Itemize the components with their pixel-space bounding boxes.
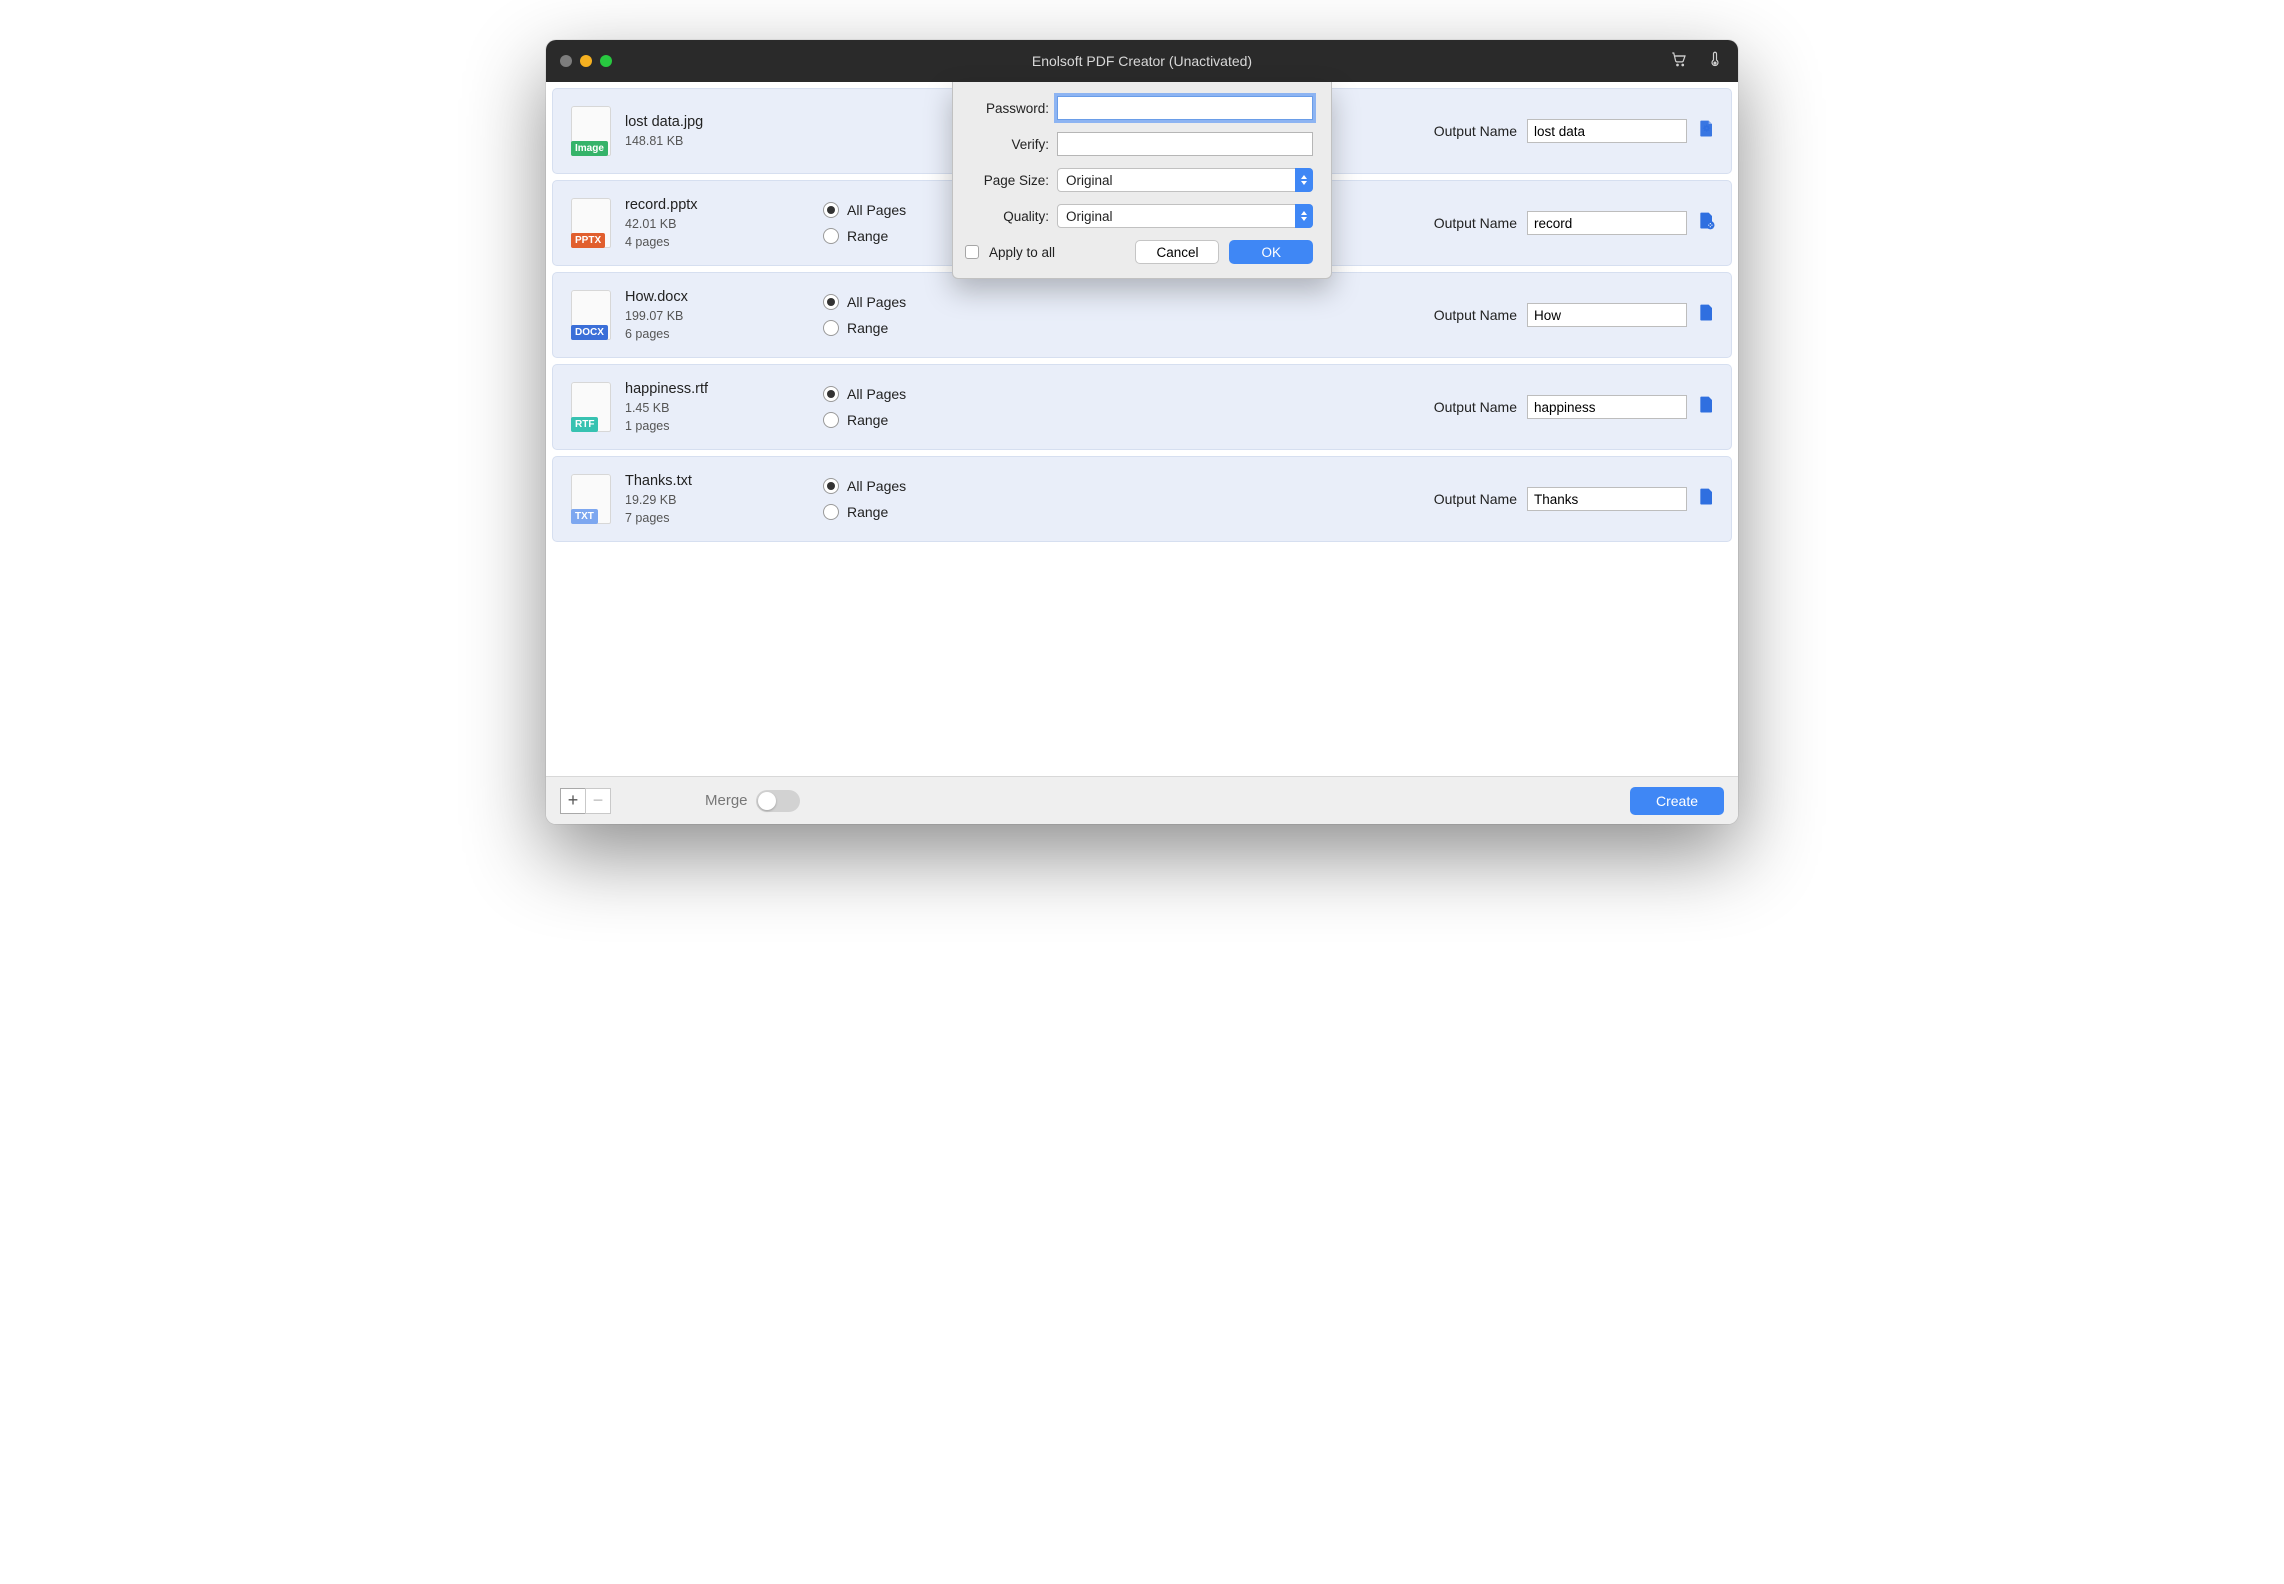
file-name: record.pptx <box>625 197 698 213</box>
app-window: Enolsoft PDF Creator (Unactivated) Image… <box>546 40 1738 824</box>
page-size-select[interactable]: Original <box>1057 168 1313 192</box>
apply-to-all-label: Apply to all <box>989 245 1055 260</box>
file-type-icon: Image <box>571 106 611 156</box>
settings-sheet: Password: Verify: Page Size: Original Qu… <box>952 82 1332 279</box>
output-name-label: Output Name <box>1434 123 1517 139</box>
output-name-input[interactable] <box>1527 119 1687 143</box>
cancel-button[interactable]: Cancel <box>1135 240 1219 264</box>
add-file-button[interactable]: + <box>560 788 586 814</box>
page-size-label: Page Size: <box>965 173 1049 188</box>
output-name-label: Output Name <box>1434 215 1517 231</box>
all-pages-radio[interactable] <box>823 386 839 402</box>
output-name-input[interactable] <box>1527 303 1687 327</box>
file-size: 148.81 KB <box>625 134 703 148</box>
row-settings-icon[interactable] <box>1697 395 1717 420</box>
output-name-input[interactable] <box>1527 211 1687 235</box>
output-name-label: Output Name <box>1434 491 1517 507</box>
zoom-window-button[interactable] <box>600 55 612 67</box>
all-pages-radio[interactable] <box>823 478 839 494</box>
thermometer-icon[interactable] <box>1706 50 1724 73</box>
file-pages: 6 pages <box>625 327 688 341</box>
file-pages: 4 pages <box>625 235 698 249</box>
quality-label: Quality: <box>965 209 1049 224</box>
cart-icon[interactable] <box>1670 50 1688 73</box>
verify-input[interactable] <box>1057 132 1313 156</box>
select-arrows-icon <box>1295 168 1313 192</box>
file-name: Thanks.txt <box>625 473 692 489</box>
file-size: 42.01 KB <box>625 217 698 231</box>
file-size: 1.45 KB <box>625 401 708 415</box>
footer-toolbar: + − Merge Create <box>546 776 1738 824</box>
merge-toggle[interactable] <box>756 790 800 812</box>
range-radio[interactable] <box>823 412 839 428</box>
file-name: lost data.jpg <box>625 114 703 130</box>
row-settings-icon[interactable] <box>1697 303 1717 328</box>
quality-select[interactable]: Original <box>1057 204 1313 228</box>
verify-label: Verify: <box>965 137 1049 152</box>
select-arrows-icon <box>1295 204 1313 228</box>
file-size: 19.29 KB <box>625 493 692 507</box>
remove-file-button[interactable]: − <box>585 788 611 814</box>
all-pages-radio[interactable] <box>823 202 839 218</box>
range-radio[interactable] <box>823 504 839 520</box>
file-pages: 7 pages <box>625 511 692 525</box>
file-name: happiness.rtf <box>625 381 708 397</box>
password-input[interactable] <box>1057 96 1313 120</box>
range-radio[interactable] <box>823 320 839 336</box>
row-settings-icon[interactable] <box>1697 119 1717 144</box>
create-button[interactable]: Create <box>1630 787 1724 815</box>
ok-button[interactable]: OK <box>1229 240 1313 264</box>
file-row[interactable]: DOCX How.docx 199.07 KB 6 pages All Page… <box>552 272 1732 358</box>
titlebar: Enolsoft PDF Creator (Unactivated) <box>546 40 1738 82</box>
file-pages: 1 pages <box>625 419 708 433</box>
traffic-lights <box>560 55 612 67</box>
merge-label: Merge <box>705 792 748 809</box>
output-name-label: Output Name <box>1434 307 1517 323</box>
file-type-icon: RTF <box>571 382 611 432</box>
close-window-button[interactable] <box>560 55 572 67</box>
file-row[interactable]: TXT Thanks.txt 19.29 KB 7 pages All Page… <box>552 456 1732 542</box>
file-type-icon: PPTX <box>571 198 611 248</box>
file-type-icon: DOCX <box>571 290 611 340</box>
file-type-icon: TXT <box>571 474 611 524</box>
output-name-input[interactable] <box>1527 395 1687 419</box>
output-name-label: Output Name <box>1434 399 1517 415</box>
window-title: Enolsoft PDF Creator (Unactivated) <box>546 53 1738 69</box>
password-label: Password: <box>965 101 1049 116</box>
file-size: 199.07 KB <box>625 309 688 323</box>
minimize-window-button[interactable] <box>580 55 592 67</box>
row-settings-icon[interactable] <box>1697 487 1717 512</box>
all-pages-radio[interactable] <box>823 294 839 310</box>
file-name: How.docx <box>625 289 688 305</box>
output-name-input[interactable] <box>1527 487 1687 511</box>
row-settings-icon[interactable] <box>1697 211 1717 236</box>
apply-to-all-checkbox[interactable] <box>965 245 979 259</box>
file-row[interactable]: RTF happiness.rtf 1.45 KB 1 pages All Pa… <box>552 364 1732 450</box>
range-radio[interactable] <box>823 228 839 244</box>
